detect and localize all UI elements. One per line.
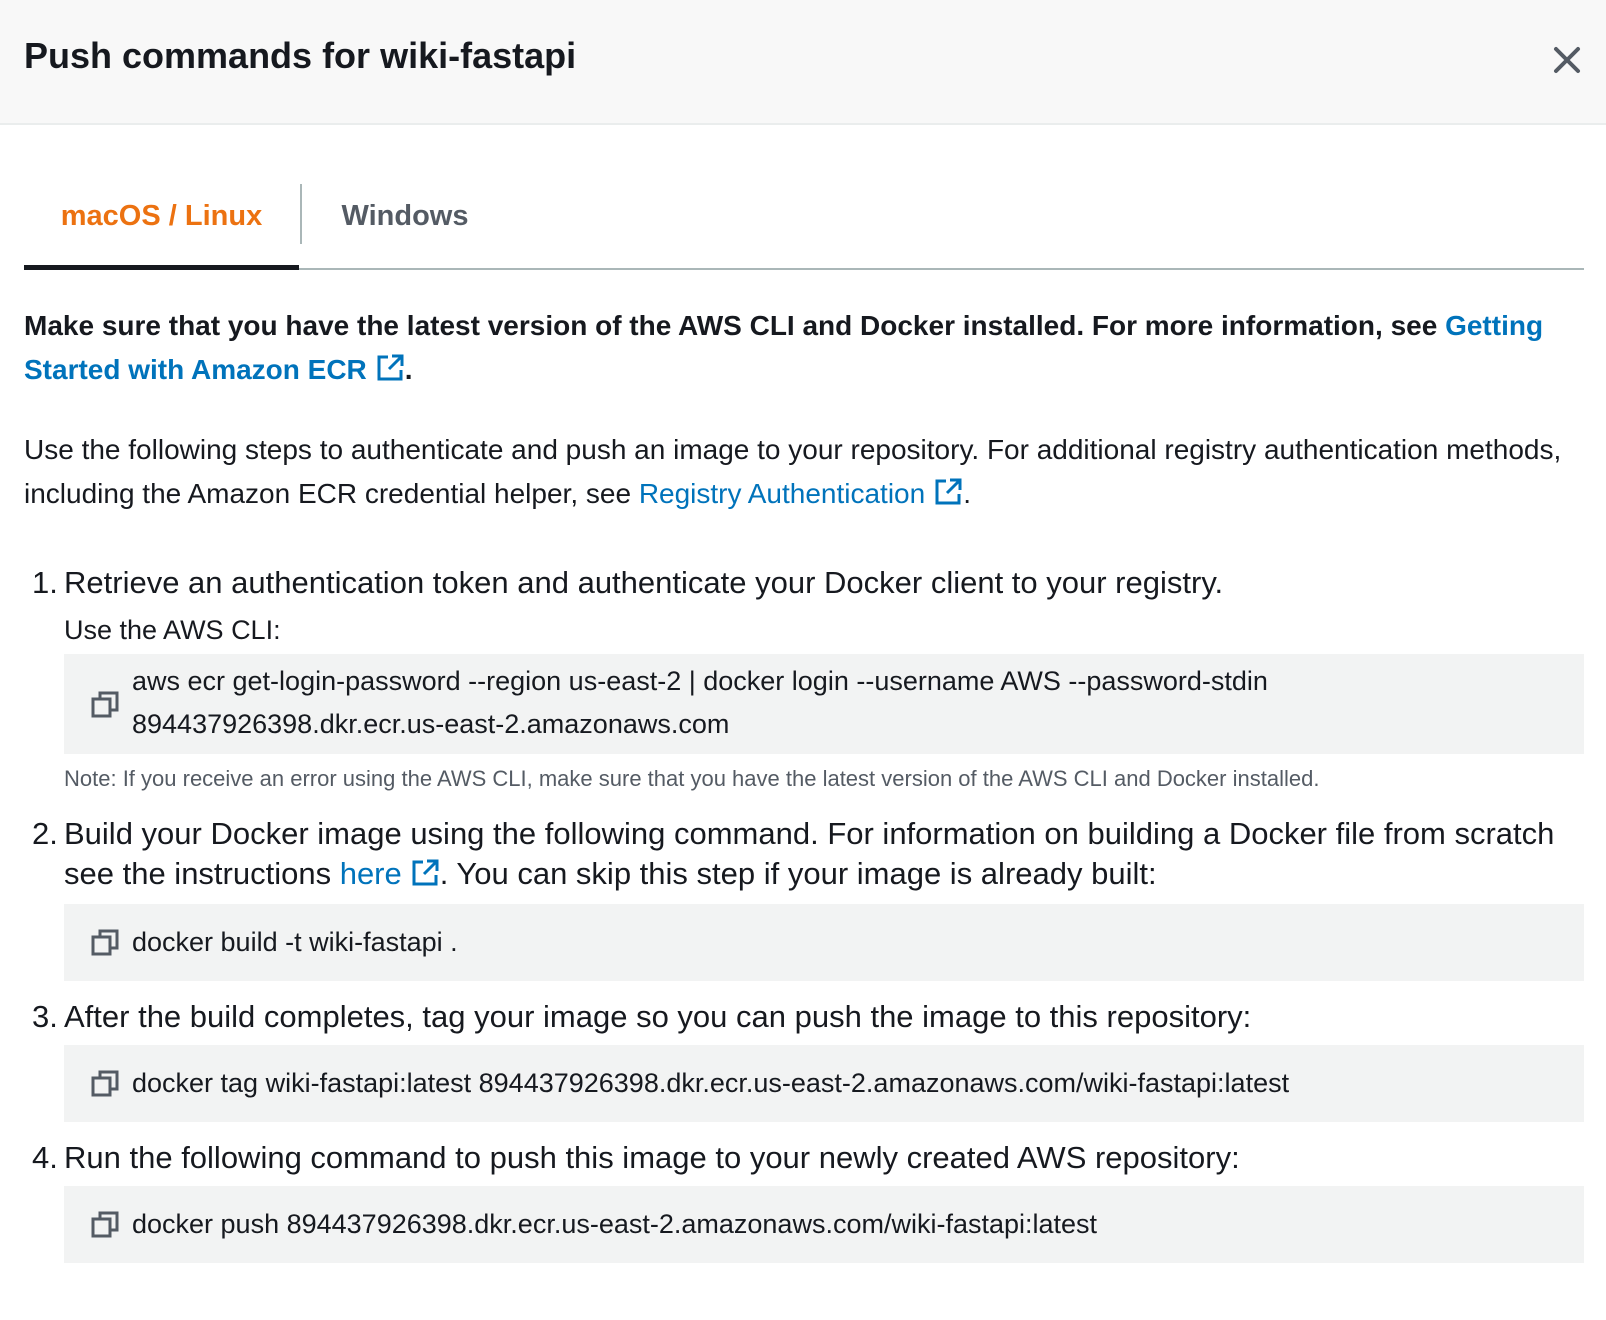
here-link-label: here <box>339 856 402 891</box>
push-command[interactable]: docker push 894437926398.dkr.ecr.us-east… <box>132 1203 1564 1246</box>
prerequisite-end: . <box>404 354 413 385</box>
step-text: Build your Docker image using the follow… <box>64 814 1564 894</box>
copy-icon[interactable] <box>90 1069 120 1099</box>
cli-error-note: Note: If you receive an error using the … <box>64 766 1320 791</box>
login-command-box: aws ecr get-login-password --region us-e… <box>64 654 1584 754</box>
tab-macos-linux[interactable]: macOS / Linux <box>24 170 299 270</box>
instructions-paragraph: Use the following steps to authenticate … <box>24 428 1564 516</box>
step-text: Retrieve an authentication token and aut… <box>64 565 1224 600</box>
step-number: 1. <box>32 565 58 600</box>
build-command[interactable]: docker build -t wiki-fastapi . <box>132 921 1564 964</box>
login-command-line-2[interactable]: 894437926398.dkr.ecr.us-east-2.amazonaws… <box>132 703 1564 746</box>
external-link-icon <box>375 352 405 382</box>
modal-title: Push commands for wiki-fastapi <box>24 35 577 76</box>
step-text: After the build completes, tag your imag… <box>64 999 1252 1034</box>
os-tabs: macOS / Linux Windows <box>24 170 1584 270</box>
close-icon[interactable] <box>1545 38 1589 82</box>
external-link-icon <box>933 476 963 506</box>
build-command-box: docker build -t wiki-fastapi . <box>64 904 1584 981</box>
push-command-box: docker push 894437926398.dkr.ecr.us-east… <box>64 1186 1584 1263</box>
step-number: 4. <box>32 1140 58 1175</box>
step-text: Run the following command to push this i… <box>64 1140 1240 1175</box>
registry-authentication-link-label: Registry Authentication <box>638 478 926 509</box>
prerequisite-text: Make sure that you have the latest versi… <box>24 310 1446 341</box>
tag-command[interactable]: docker tag wiki-fastapi:latest 894437926… <box>132 1062 1564 1105</box>
tag-command-box: docker tag wiki-fastapi:latest 894437926… <box>64 1045 1584 1122</box>
login-command-line-1[interactable]: aws ecr get-login-password --region us-e… <box>132 660 1564 703</box>
external-link-icon <box>410 858 440 888</box>
tab-windows[interactable]: Windows <box>300 170 510 270</box>
aws-cli-label: Use the AWS CLI: <box>64 615 281 645</box>
step-number: 2. <box>32 816 58 851</box>
instructions-here-link[interactable]: here <box>340 856 440 891</box>
modal-header: Push commands for wiki-fastapi <box>0 0 1606 125</box>
instructions-end: . <box>963 478 971 509</box>
step-number: 3. <box>32 999 58 1034</box>
step-text-after: . You can skip this step if your image i… <box>439 856 1157 891</box>
prerequisite-notice: Make sure that you have the latest versi… <box>24 304 1564 392</box>
registry-authentication-link[interactable]: Registry Authentication <box>639 478 963 509</box>
copy-icon[interactable] <box>90 1210 120 1240</box>
copy-icon[interactable] <box>90 928 120 958</box>
copy-icon[interactable] <box>90 690 120 720</box>
